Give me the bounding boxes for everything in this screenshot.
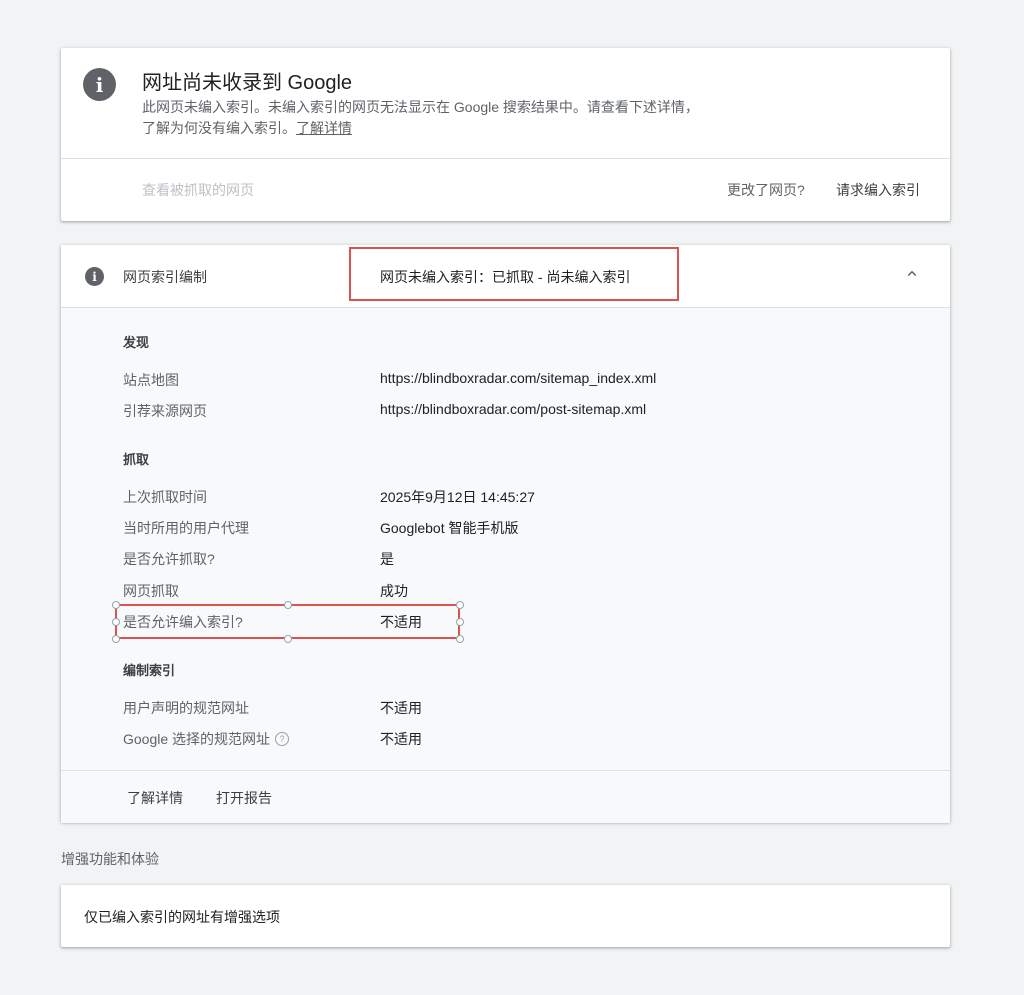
summary-title: 网址尚未收录到 Google	[142, 72, 353, 94]
request-indexing-button[interactable]: 请求编入索引	[836, 180, 920, 200]
resize-handle	[112, 601, 120, 609]
enhancements-heading: 增强功能和体验	[61, 851, 159, 867]
divider	[61, 158, 950, 159]
resize-handle	[112, 635, 120, 643]
help-icon[interactable]: ?	[275, 732, 290, 747]
row-label-google-canonical: Google 选择的规范网址?	[123, 729, 290, 749]
info-icon: i	[83, 68, 116, 101]
page-indexing-footer: 了解详情 打开报告	[61, 770, 950, 823]
index-status-summary-card: i 网址尚未收录到 Google 此网页未编入索引。未编入索引的网页无法显示在 …	[61, 48, 950, 221]
row-label-referring-page: 引荐来源网页	[123, 403, 207, 419]
row-label-crawl-allowed: 是否允许抓取?	[123, 551, 215, 567]
page-indexing-header[interactable]: i 网页索引编制 网页未编入索引：已抓取 - 尚未编入索引	[61, 245, 950, 307]
row-label-sitemap: 站点地图	[123, 372, 179, 388]
section-title-crawl: 抓取	[123, 452, 150, 467]
row-label-google-canonical-text: Google 选择的规范网址	[123, 731, 271, 747]
row-label-user-agent: 当时所用的用户代理	[123, 520, 249, 536]
indexing-status-text: 网页未编入索引：已抓取 - 尚未编入索引	[380, 269, 631, 285]
row-value-crawl-allowed: 是	[380, 551, 394, 567]
resize-handle	[284, 635, 292, 643]
row-value-user-agent: Googlebot 智能手机版	[380, 520, 519, 536]
enhancements-message: 仅已编入索引的网址有增强选项	[84, 909, 280, 925]
chevron-up-icon[interactable]	[903, 265, 921, 283]
info-icon: i	[85, 267, 104, 286]
row-label-page-fetch: 网页抓取	[123, 583, 179, 599]
row-value-google-canonical: 不适用	[380, 731, 422, 747]
enhancements-card: 仅已编入索引的网址有增强选项	[61, 885, 950, 947]
summary-description-text: 此网页未编入索引。未编入索引的网页无法显示在 Google 搜索结果中。请查看下…	[142, 99, 699, 136]
row-label-last-crawl: 上次抓取时间	[123, 489, 207, 505]
learn-more-link[interactable]: 了解详情	[296, 120, 352, 136]
page-indexing-label: 网页索引编制	[123, 269, 207, 285]
page-indexing-details: 发现 站点地图 https://blindboxradar.com/sitema…	[61, 307, 950, 771]
learn-more-button[interactable]: 了解详情	[127, 788, 183, 808]
row-value-referring-page: https://blindboxradar.com/post-sitemap.x…	[380, 401, 647, 417]
resize-handle	[456, 601, 464, 609]
resize-handle	[456, 618, 464, 626]
resize-handle	[456, 635, 464, 643]
row-label-indexing-allowed: 是否允许编入索引?	[123, 614, 243, 630]
row-value-user-canonical: 不适用	[380, 700, 422, 716]
page-indexing-card: i 网页索引编制 网页未编入索引：已抓取 - 尚未编入索引 发现 站点地图 ht…	[61, 245, 950, 823]
page-changed-label: 更改了网页?	[727, 182, 805, 198]
row-label-user-canonical: 用户声明的规范网址	[123, 700, 249, 716]
row-value-sitemap: https://blindboxradar.com/sitemap_index.…	[380, 370, 657, 386]
section-title-indexing: 编制索引	[123, 663, 176, 678]
resize-handle	[112, 618, 120, 626]
section-title-discovery: 发现	[123, 335, 150, 350]
row-value-indexing-allowed: 不适用	[380, 614, 422, 630]
view-crawled-page-button[interactable]: 查看被抓取的网页	[142, 180, 254, 200]
summary-description: 此网页未编入索引。未编入索引的网页无法显示在 Google 搜索结果中。请查看下…	[142, 97, 712, 139]
row-value-page-fetch: 成功	[380, 583, 408, 599]
row-value-last-crawl: 2025年9月12日 14:45:27	[380, 489, 535, 505]
open-report-button[interactable]: 打开报告	[216, 788, 272, 808]
resize-handle	[284, 601, 292, 609]
